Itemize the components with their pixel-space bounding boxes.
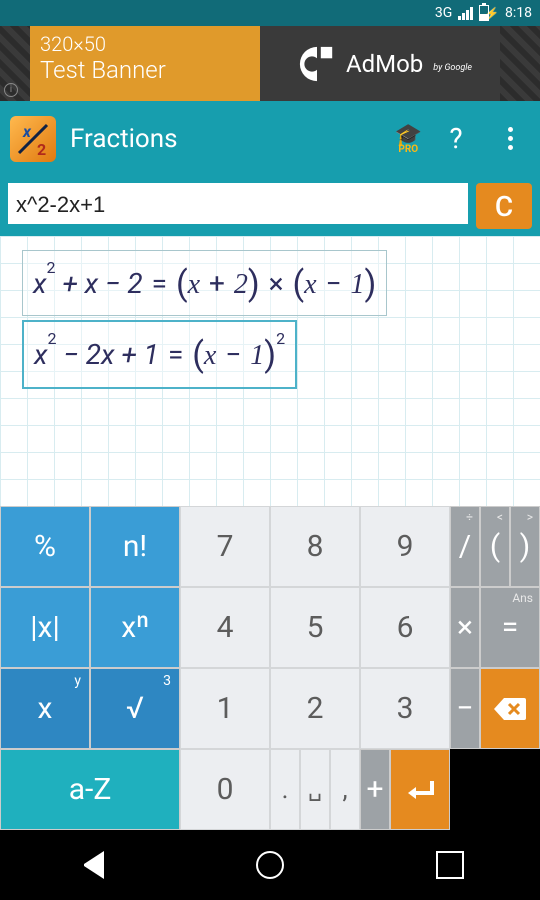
- nav-recent-button[interactable]: [436, 851, 464, 879]
- key-comma[interactable]: ,: [330, 749, 360, 830]
- key-sqrt[interactable]: √3: [90, 668, 180, 749]
- key-4[interactable]: 4: [180, 587, 270, 668]
- ad-banner[interactable]: i 320×50 Test Banner AdMob by Google: [0, 26, 540, 101]
- nav-home-button[interactable]: [256, 851, 284, 879]
- app-bar: x2 Fractions 🎓 PRO ?: [0, 101, 540, 176]
- pro-button[interactable]: 🎓 PRO: [395, 123, 422, 155]
- key-percent[interactable]: %: [0, 506, 90, 587]
- ad-byline: by Google: [433, 63, 472, 73]
- key-backspace[interactable]: [480, 668, 540, 749]
- input-row: C: [0, 176, 540, 236]
- key-x[interactable]: xy: [0, 668, 90, 749]
- nav-back-button[interactable]: [76, 851, 104, 879]
- key-8[interactable]: 8: [270, 506, 360, 587]
- key-abs[interactable]: |x|: [0, 587, 90, 668]
- key-divide[interactable]: /÷: [450, 506, 480, 587]
- key-alpha[interactable]: a-Z: [0, 749, 180, 830]
- admob-icon: [298, 45, 336, 83]
- result-row[interactable]: x2 + x − 2 = (x + 2) × (x − 1): [22, 250, 387, 316]
- key-5[interactable]: 5: [270, 587, 360, 668]
- ad-brand: AdMob: [346, 50, 423, 78]
- app-icon[interactable]: x2: [10, 116, 56, 162]
- key-6[interactable]: 6: [360, 587, 450, 668]
- work-area[interactable]: x2 + x − 2 = (x + 2) × (x − 1) x2 − 2x +…: [0, 236, 540, 506]
- pro-label: PRO: [395, 144, 422, 155]
- keypad: % n! 7 8 9 /÷ (< )> |x| xⁿ 4 5 6 × =Ans …: [0, 506, 540, 830]
- enter-icon: [402, 775, 438, 805]
- ad-info-icon[interactable]: i: [4, 83, 18, 97]
- ad-dimensions: 320×50: [40, 32, 250, 56]
- key-factorial[interactable]: n!: [90, 506, 180, 587]
- key-1[interactable]: 1: [180, 668, 270, 749]
- svg-text:2: 2: [37, 140, 46, 159]
- overflow-menu-button[interactable]: [490, 127, 530, 150]
- key-power[interactable]: xⁿ: [90, 587, 180, 668]
- key-2[interactable]: 2: [270, 668, 360, 749]
- battery-icon: [479, 5, 489, 21]
- expression-input[interactable]: [8, 183, 468, 229]
- svg-text:x: x: [22, 122, 32, 141]
- help-button[interactable]: ?: [436, 122, 476, 155]
- key-space[interactable]: ␣: [300, 749, 330, 830]
- key-multiply[interactable]: ×: [450, 587, 480, 668]
- key-dot[interactable]: .: [270, 749, 300, 830]
- android-nav-bar: [0, 830, 540, 900]
- signal-icon: [458, 6, 473, 20]
- key-3[interactable]: 3: [360, 668, 450, 749]
- status-bar: 3G ⚡ 8:18: [0, 0, 540, 26]
- key-open-paren[interactable]: (<: [480, 506, 510, 587]
- key-plus[interactable]: +: [360, 749, 390, 830]
- key-equals[interactable]: =Ans: [480, 587, 540, 668]
- network-label: 3G: [435, 5, 452, 21]
- key-0[interactable]: 0: [180, 749, 270, 830]
- result-row[interactable]: x2 − 2x + 1 = (x − 1)2: [22, 320, 297, 388]
- clock-label: 8:18: [505, 5, 532, 21]
- key-7[interactable]: 7: [180, 506, 270, 587]
- key-minus[interactable]: −: [450, 668, 480, 749]
- key-enter[interactable]: [390, 749, 450, 830]
- app-title: Fractions: [70, 124, 381, 154]
- ad-label: Test Banner: [40, 56, 250, 84]
- clear-button[interactable]: C: [476, 183, 532, 229]
- key-close-paren[interactable]: )>: [510, 506, 540, 587]
- question-icon: ?: [449, 122, 462, 155]
- key-9[interactable]: 9: [360, 506, 450, 587]
- backspace-icon: [492, 694, 528, 724]
